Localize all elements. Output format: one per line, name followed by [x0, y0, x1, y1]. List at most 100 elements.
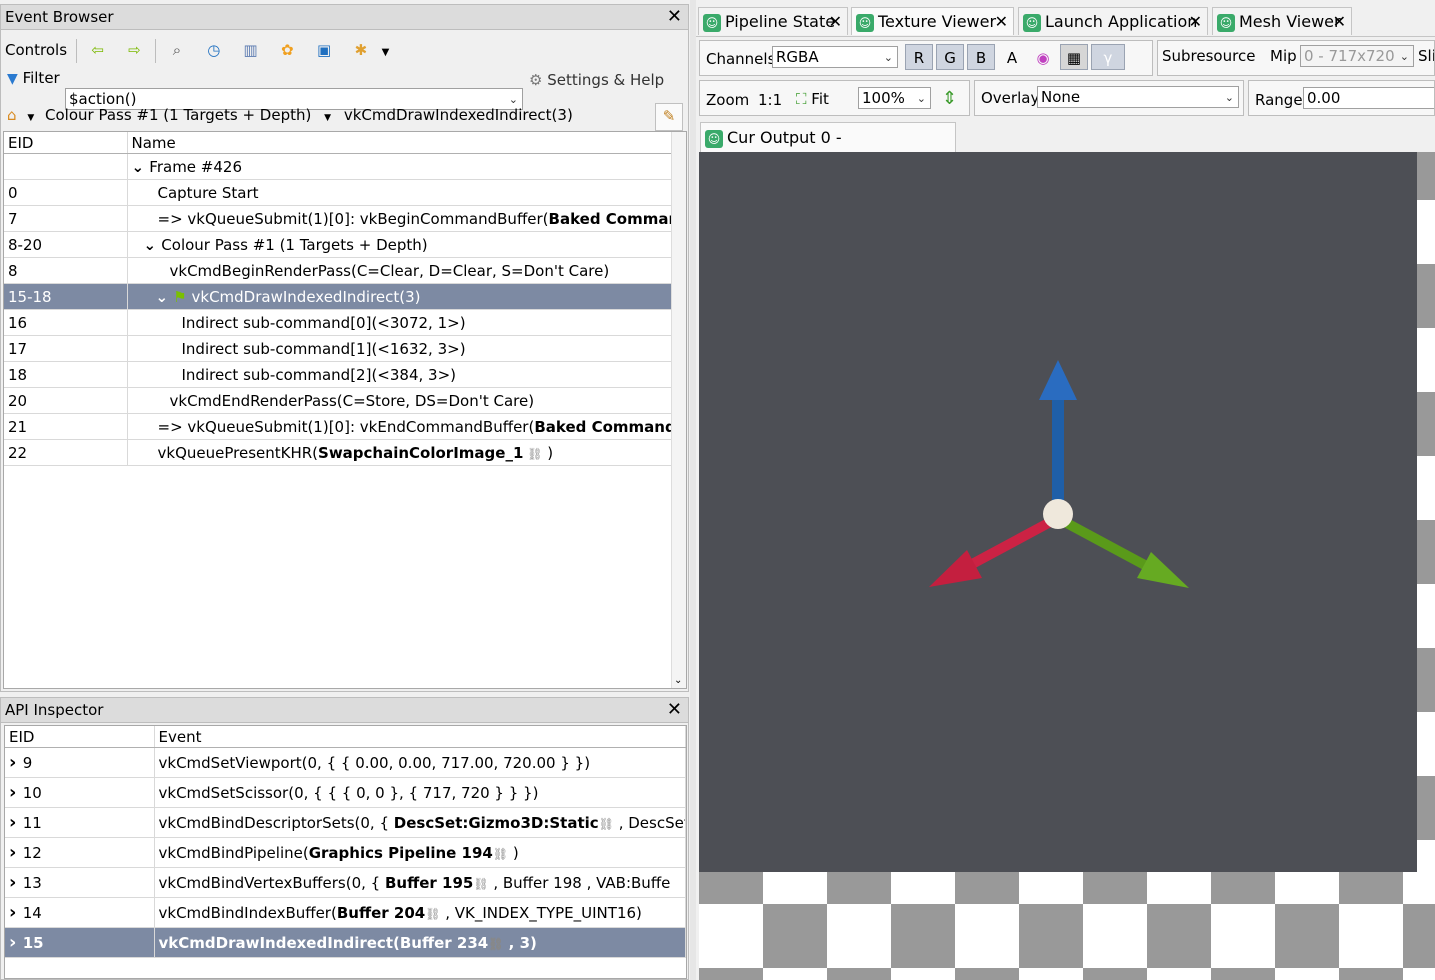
asterisk-icon[interactable]: ✿ — [275, 38, 299, 62]
arrow-right-icon[interactable]: ⇨ — [122, 38, 146, 62]
event-row[interactable]: 15-18 ⌄ ⚑ vkCmdDrawIndexedIndirect(3) — [4, 283, 686, 310]
event-row[interactable]: 7 => vkQueueSubmit(1)[0]: vkBeginCommandB… — [4, 205, 686, 232]
link-icon[interactable]: ⛓ — [493, 847, 508, 861]
api-call-row[interactable]: › 9 vkCmdSetViewport(0, { { 0.00, 0.00, 7… — [5, 747, 686, 778]
link-icon[interactable]: ⛓ — [473, 877, 488, 891]
api-event-text-tail: , 3) — [503, 933, 537, 952]
chevron-down-icon[interactable]: ▼ — [27, 113, 34, 123]
chevron-right-icon[interactable]: › — [9, 872, 23, 893]
overlay-label: Overlay — [981, 89, 1040, 107]
scrollbar[interactable]: ⌄ — [671, 132, 686, 688]
api-resource-link[interactable]: Buffer 195 — [385, 874, 473, 892]
event-name-cell: Capture Start — [127, 179, 686, 206]
overlay-select[interactable]: None ⌄ — [1037, 86, 1239, 108]
event-row[interactable]: 18 Indirect sub-command[2](<384, 3>) — [4, 361, 686, 388]
column-header-name[interactable]: Name — [127, 132, 686, 154]
tab-pipeline-state[interactable]: ☺ Pipeline State ✕ — [698, 7, 848, 35]
channel-a-toggle[interactable]: A — [998, 44, 1026, 70]
bar-chart-icon[interactable]: ▥ — [239, 38, 263, 62]
zoom-1-1-button[interactable]: 1:1 — [758, 91, 782, 109]
binoculars-icon[interactable]: ⌕ — [165, 38, 189, 62]
flip-vertical-icon[interactable]: ⇕ — [942, 88, 957, 109]
mip-select[interactable]: 0 - 717x720 ⌄ — [1300, 45, 1414, 67]
api-call-row[interactable]: › 13 vkCmdBindVertexBuffers(0, { Buffer 1… — [5, 867, 686, 898]
api-call-row[interactable]: › 10 vkCmdSetScissor(0, { { { 0, 0 }, { 7… — [5, 777, 686, 808]
splitter[interactable] — [690, 0, 696, 980]
column-header-eid[interactable]: EID — [4, 132, 128, 154]
range-min-input[interactable] — [1303, 87, 1434, 109]
column-header-event[interactable]: Event — [154, 726, 686, 748]
chevron-down-icon[interactable]: ▼ — [324, 113, 331, 123]
event-row[interactable]: 8-20 ⌄ Colour Pass #1 (1 Targets + Depth) — [4, 231, 686, 258]
settings-help-button[interactable]: ⚙ Settings & Help — [529, 71, 664, 89]
event-row[interactable]: 8 vkCmdBeginRenderPass(C=Clear, D=Clear, … — [4, 257, 686, 284]
color-wheel-icon[interactable]: ◉ — [1029, 44, 1057, 70]
chevron-right-icon[interactable]: › — [9, 812, 23, 833]
checkerboard-icon[interactable]: ▦ — [1060, 44, 1088, 70]
close-icon[interactable]: ✕ — [995, 8, 1008, 36]
event-row[interactable]: 20 vkCmdEndRenderPass(C=Store, DS=Don't C… — [4, 387, 686, 414]
chevron-down-icon: ⌄ — [883, 51, 893, 64]
chevron-right-icon[interactable]: › — [9, 752, 23, 773]
close-icon[interactable]: ✕ — [667, 5, 682, 29]
close-icon[interactable]: ✕ — [1333, 8, 1346, 36]
chevron-right-icon[interactable]: › — [9, 902, 23, 923]
link-icon[interactable]: ⛓ — [523, 447, 542, 461]
close-icon[interactable]: ✕ — [829, 8, 842, 36]
event-eid: 18 — [4, 361, 128, 388]
output-tab[interactable]: ☺Cur Output 0 - SwapchainCol... — [700, 122, 956, 177]
api-resource-link[interactable]: DescSet:Gizmo3D:Static — [394, 814, 599, 832]
event-resource-link[interactable]: SwapchainColorImage_1 — [318, 444, 523, 462]
channel-b-toggle[interactable]: B — [967, 44, 995, 70]
scroll-down-icon[interactable]: ⌄ — [674, 675, 682, 686]
api-call-row[interactable]: › 12 vkCmdBindPipeline(Graphics Pipeline … — [5, 837, 686, 868]
gamma-toggle[interactable]: γ — [1091, 44, 1125, 70]
zoom-select[interactable]: 100% ⌄ — [858, 87, 931, 109]
save-icon[interactable]: ▣ — [312, 38, 336, 62]
home-icon[interactable]: ⌂ — [7, 106, 17, 124]
chevron-right-icon[interactable]: › — [9, 932, 23, 953]
event-resource-link[interactable]: Baked Command Bu — [534, 418, 684, 436]
link-icon[interactable]: ⛓ — [425, 907, 440, 921]
event-row[interactable]: 17 Indirect sub-command[1](<1632, 3>) — [4, 335, 686, 362]
api-call-row[interactable]: › 15 vkCmdDrawIndexedIndirect(Buffer 234⛓… — [5, 927, 686, 958]
close-icon[interactable]: ✕ — [667, 698, 682, 722]
channel-r-toggle[interactable]: R — [905, 44, 933, 70]
event-tree-table: EID Name ⌄ Frame #426 0 Capture Start 7 => v… — [4, 132, 686, 466]
chevron-down-icon[interactable]: ⌄ — [132, 158, 150, 176]
link-icon[interactable]: ⛓ — [488, 937, 503, 951]
event-row[interactable]: 16 Indirect sub-command[0](<3072, 1>) — [4, 309, 686, 336]
event-row[interactable]: 0 Capture Start — [4, 179, 686, 206]
close-icon[interactable]: ✕ — [1189, 8, 1202, 36]
event-row[interactable]: 22 vkQueuePresentKHR(SwapchainColorImage_… — [4, 439, 686, 466]
chevron-down-icon[interactable]: ⌄ — [144, 236, 162, 254]
api-resource-link[interactable]: Buffer 204 — [337, 904, 425, 922]
link-icon[interactable]: ⛓ — [599, 817, 614, 831]
api-resource-link[interactable]: Buffer 234 — [400, 934, 488, 952]
chevron-down-icon[interactable]: ⌄ — [156, 288, 174, 306]
api-event-text: vkCmdDrawIndexedIndirect( — [158, 933, 400, 952]
fit-button[interactable]: ⛶ Fit — [796, 90, 829, 108]
event-row[interactable]: ⌄ Frame #426 — [4, 153, 686, 180]
channel-g-toggle[interactable]: G — [936, 44, 964, 70]
event-resource-link[interactable]: Baked Command B — [549, 210, 685, 228]
texture-viewport[interactable] — [699, 152, 1435, 980]
breadcrumb-item[interactable]: Colour Pass #1 (1 Targets + Depth) — [45, 106, 311, 124]
channels-select[interactable]: RGBA ⌄ — [772, 46, 898, 68]
api-resource-link[interactable]: Graphics Pipeline 194 — [309, 844, 493, 862]
clock-icon[interactable]: ◷ — [202, 38, 226, 62]
chevron-right-icon[interactable]: › — [9, 782, 23, 803]
puzzle-icon[interactable]: ✱ — [349, 38, 373, 62]
tab-mesh-viewer[interactable]: ☺ Mesh Viewer ✕ — [1212, 7, 1352, 35]
arrow-left-icon[interactable]: ⇦ — [86, 38, 110, 62]
column-header-eid[interactable]: EID — [5, 726, 155, 748]
tab-launch-application[interactable]: ☺ Launch Application ✕ — [1018, 7, 1208, 35]
chevron-down-icon[interactable]: ▼ — [382, 47, 390, 58]
edit-note-icon[interactable]: ✎ — [655, 103, 683, 131]
chevron-right-icon[interactable]: › — [9, 842, 23, 863]
breadcrumb-item[interactable]: vkCmdDrawIndexedIndirect(3) — [344, 106, 573, 124]
event-row[interactable]: 21 => vkQueueSubmit(1)[0]: vkEndCommandBu… — [4, 413, 686, 440]
api-call-row[interactable]: › 11 vkCmdBindDescriptorSets(0, { DescSet… — [5, 807, 686, 838]
tab-texture-viewer[interactable]: ☺ Texture Viewer ✕ — [851, 7, 1014, 35]
api-call-row[interactable]: › 14 vkCmdBindIndexBuffer(Buffer 204⛓ , V… — [5, 897, 686, 928]
